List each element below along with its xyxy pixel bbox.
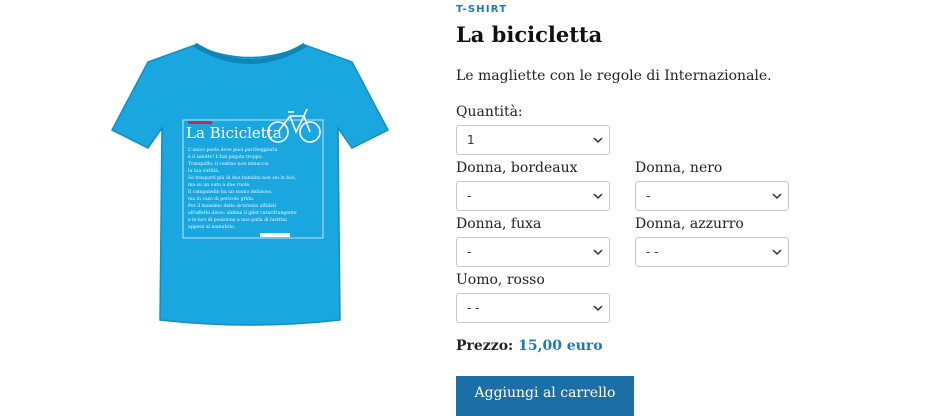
product-category: T-SHIRT bbox=[456, 4, 508, 15]
print-line: L'unico posto dove puoi parcheggiarla bbox=[188, 147, 278, 153]
quantity-select-value: 1 bbox=[467, 133, 475, 147]
product-title: La bicicletta bbox=[456, 22, 603, 47]
price: Prezzo: 15,00 euro bbox=[456, 338, 603, 354]
print-line: Se trasporti più di due bambini non sei … bbox=[188, 174, 297, 181]
add-to-cart-button[interactable]: Aggiungi al carrello bbox=[456, 376, 634, 416]
option-select-uomo-rosso[interactable]: - - bbox=[456, 293, 610, 323]
price-label: Prezzo: bbox=[456, 338, 514, 354]
option-select-donna-azzurro[interactable]: - - bbox=[635, 237, 789, 267]
chevron-down-icon bbox=[593, 137, 603, 144]
option-select-donna-fuxa[interactable]: - bbox=[456, 237, 610, 267]
chevron-down-icon bbox=[593, 305, 603, 312]
print-line: ma su un auto a due ruote. bbox=[188, 182, 251, 188]
option-select-value: - - bbox=[467, 301, 480, 315]
print-line: appesa al manubrio. bbox=[188, 224, 236, 230]
print-footer-logo bbox=[260, 233, 290, 237]
chevron-down-icon bbox=[593, 249, 603, 256]
print-line: e le luci di posizione a una palla di lu… bbox=[188, 217, 287, 223]
price-amount: 15,00 euro bbox=[518, 338, 603, 354]
print-line: è il salotto! L'hai pagata troppo. bbox=[188, 153, 263, 160]
print-line: Per il massimo della sicurezza affidati bbox=[188, 203, 277, 209]
option-label-donna-bordeaux: Donna, bordeaux bbox=[456, 160, 578, 176]
print-line: Tranquillo: il cestino non minaccia bbox=[188, 161, 269, 167]
chevron-down-icon bbox=[593, 193, 603, 200]
option-select-value: - bbox=[646, 189, 651, 203]
option-label-uomo-rosso: Uomo, rosso bbox=[456, 272, 545, 288]
option-select-value: - bbox=[467, 189, 472, 203]
tshirt-illustration: La Bicicletta L'unico posto dove puoi pa… bbox=[110, 42, 390, 326]
print-line: ma in caso di pericolo grida. bbox=[188, 196, 255, 202]
option-label-donna-azzurro: Donna, azzurro bbox=[635, 216, 744, 232]
option-label-donna-nero: Donna, nero bbox=[635, 160, 723, 176]
quantity-label: Quantità: bbox=[456, 104, 523, 120]
option-label-donna-fuxa: Donna, fuxa bbox=[456, 216, 542, 232]
chevron-down-icon bbox=[772, 249, 782, 256]
chevron-down-icon bbox=[772, 193, 782, 200]
print-line: Il campanello ha un suono delizioso, bbox=[188, 189, 273, 195]
option-select-donna-bordeaux[interactable]: - bbox=[456, 181, 610, 211]
print-line: all'effetto disco: abbina il gilet catar… bbox=[188, 210, 297, 216]
option-select-value: - - bbox=[646, 245, 659, 259]
product-description: Le magliette con le regole di Internazio… bbox=[456, 68, 772, 84]
option-select-donna-nero[interactable]: - bbox=[635, 181, 789, 211]
print-line: la tua virilità. bbox=[188, 167, 220, 174]
quantity-select[interactable]: 1 bbox=[456, 125, 610, 155]
product-image: La Bicicletta L'unico posto dove puoi pa… bbox=[90, 30, 410, 340]
option-select-value: - bbox=[467, 245, 472, 259]
